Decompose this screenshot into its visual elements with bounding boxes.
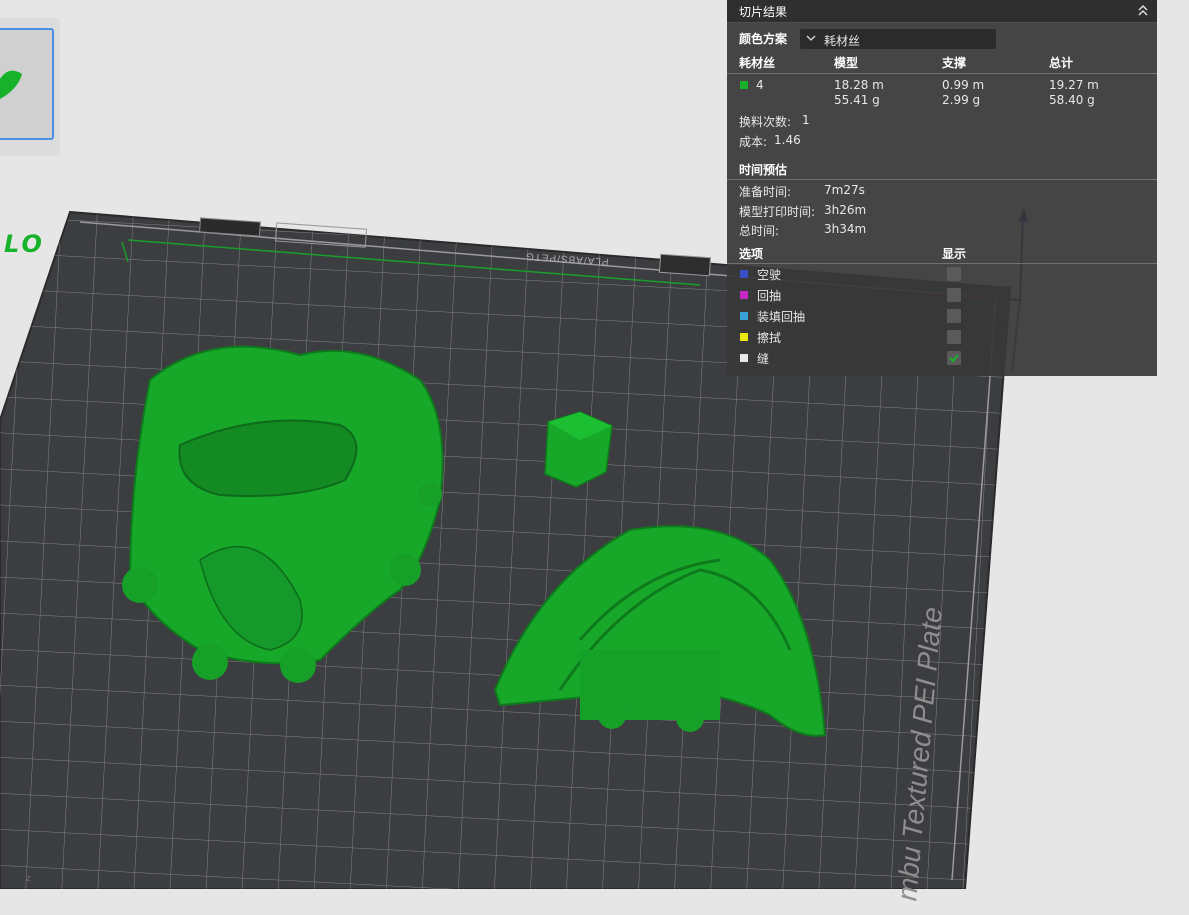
color-scheme-select[interactable]: 耗材丝 [800, 29, 996, 49]
change-count-label: 换料次数: [739, 115, 792, 129]
cost-value: 1.46 [774, 133, 801, 147]
table-divider [727, 73, 1157, 74]
axis-label: z [26, 874, 31, 884]
plate-thumbnail-card[interactable] [0, 18, 60, 156]
header-filament: 耗材丝 [739, 56, 776, 70]
total-weight: 58.40 g [1049, 93, 1095, 107]
model-length: 18.28 m [834, 78, 884, 92]
travel-color-swatch [740, 270, 748, 278]
collapse-chevron-icon[interactable] [1137, 3, 1149, 17]
time-estimate-title: 时间预估 [739, 163, 788, 177]
prep-time-value: 7m27s [824, 183, 865, 197]
seam-color-swatch [740, 354, 748, 362]
header-model: 模型 [834, 56, 859, 70]
wipe-color-swatch [740, 333, 748, 341]
option-unretract-checkbox[interactable] [947, 309, 961, 323]
time-divider [727, 179, 1157, 180]
display-header: 显示 [942, 247, 967, 261]
total-time-value: 3h34m [824, 222, 867, 236]
slice-results-panel: 切片结果 颜色方案 耗材丝 耗材丝 模型 支撑 总计 4 18.28 m 55.… [727, 0, 1157, 376]
option-retract-checkbox[interactable] [947, 288, 961, 302]
cost-label: 成本: [739, 135, 768, 149]
option-retract-label: 回抽 [757, 289, 782, 303]
support-length: 0.99 m [942, 78, 985, 92]
options-divider [727, 263, 1157, 264]
option-wipe-checkbox[interactable] [947, 330, 961, 344]
support-weight: 2.99 g [942, 93, 981, 107]
prep-time-label: 准备时间: [739, 185, 792, 199]
option-seam-label: 缝 [757, 352, 770, 366]
model-weight: 55.41 g [834, 93, 880, 107]
print-time-value: 3h26m [824, 203, 867, 217]
print-time-label: 模型打印时间: [739, 205, 816, 219]
plate-thumbnail[interactable] [0, 28, 54, 140]
option-travel-checkbox[interactable] [947, 267, 961, 281]
header-support: 支撑 [942, 56, 967, 70]
options-header: 选项 [739, 247, 764, 261]
checkmark-icon [949, 354, 959, 363]
header-total: 总计 [1049, 56, 1074, 70]
panel-header: 切片结果 [727, 0, 1157, 23]
unretract-color-swatch [740, 312, 748, 320]
panel-title: 切片结果 [739, 5, 788, 19]
change-count-value: 1 [802, 113, 810, 127]
filament-swatch [740, 81, 748, 89]
total-time-label: 总时间: [739, 224, 780, 238]
color-scheme-label: 颜色方案 [739, 32, 788, 46]
printer-logo-text: LO [4, 230, 45, 258]
total-length: 19.27 m [1049, 78, 1099, 92]
option-seam-checkbox[interactable] [947, 351, 961, 365]
option-unretract-label: 装填回抽 [757, 310, 806, 324]
filament-id: 4 [756, 78, 764, 92]
retract-color-swatch [740, 291, 748, 299]
color-scheme-value: 耗材丝 [824, 34, 861, 48]
chevron-down-icon [806, 31, 816, 46]
option-travel-label: 空驶 [757, 268, 782, 282]
option-wipe-label: 擦拭 [757, 331, 782, 345]
